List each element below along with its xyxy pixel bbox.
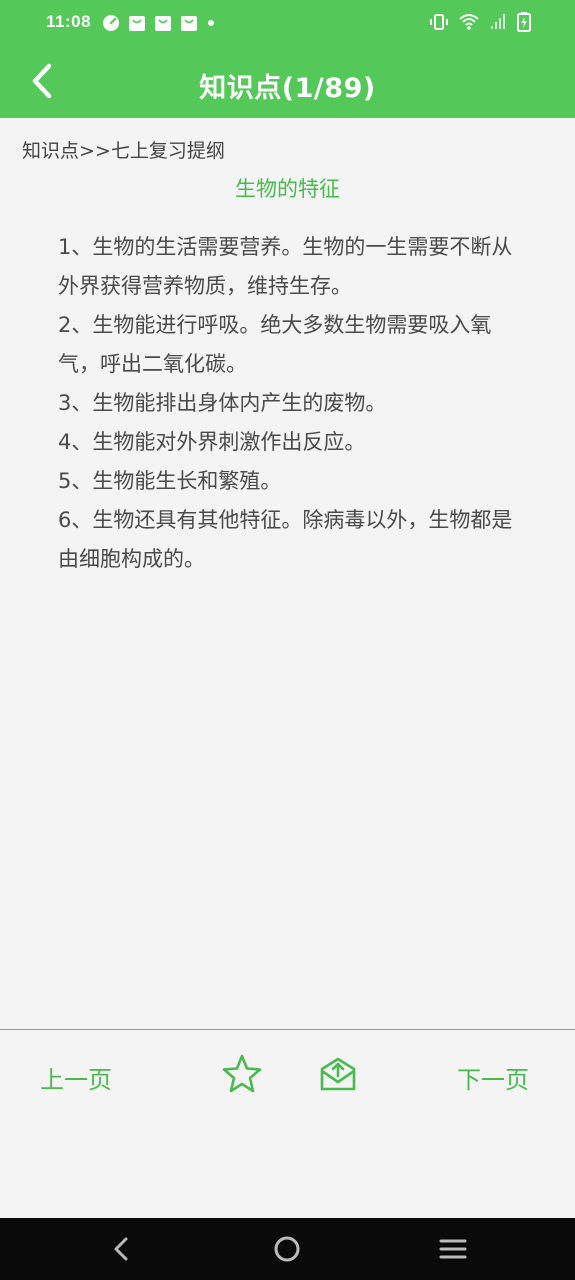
signal-icon: [489, 13, 507, 35]
share-button[interactable]: [316, 1052, 360, 1096]
shopping-bag-icon: [128, 14, 146, 36]
vibrate-icon: [429, 13, 449, 35]
shopping-bag-icon: [154, 14, 172, 36]
system-status-icons: [429, 12, 531, 36]
breadcrumb: 知识点>>七上复习提纲: [22, 140, 225, 162]
system-nav-bar: [0, 1218, 575, 1280]
home-circle-icon: [272, 1236, 302, 1268]
section-title: 生物的特征: [235, 177, 340, 201]
shopping-bag-icon: [180, 14, 198, 36]
status-time: 11:08: [46, 12, 92, 31]
next-page-button[interactable]: 下一页: [457, 1060, 529, 1095]
menu-lines-icon: [438, 1239, 468, 1268]
content-paragraph: 3、生物能排出身体内产生的废物。: [58, 391, 387, 415]
favorite-button[interactable]: [220, 1052, 264, 1096]
content-paragraph: 2、生物能进行呼吸。绝大多数生物需要吸入氧气，呼出二氧化碳。: [58, 313, 492, 376]
speedometer-icon: [102, 14, 120, 36]
dot-icon: [206, 14, 216, 36]
page-title: 知识点(1/89): [199, 73, 376, 104]
status-bar: 11:08: [0, 0, 575, 48]
mail-share-icon: [316, 1057, 360, 1100]
content-body: 1、生物的生活需要营养。生物的一生需要不断从外界获得营养物质，维持生存。 2、生…: [58, 228, 518, 579]
nav-back-icon: [107, 1237, 137, 1268]
app-bar: 知识点(1/89): [0, 48, 575, 118]
star-outline-icon: [220, 1054, 264, 1100]
content-paragraph: 4、生物能对外界刺激作出反应。: [58, 430, 366, 454]
content-paragraph: 6、生物还具有其他特征。除病毒以外，生物都是由细胞构成的。: [58, 508, 513, 571]
prev-page-button[interactable]: 上一页: [40, 1060, 112, 1095]
nav-recents-button[interactable]: [438, 1234, 468, 1264]
battery-icon: [517, 12, 531, 36]
bottom-toolbar: 上一页 下一页: [0, 1030, 575, 1218]
nav-back-button[interactable]: [107, 1234, 137, 1264]
content-paragraph: 1、生物的生活需要营养。生物的一生需要不断从外界获得营养物质，维持生存。: [58, 235, 513, 298]
wifi-icon: [459, 13, 479, 35]
notification-icons: [102, 14, 216, 36]
nav-home-button[interactable]: [272, 1234, 302, 1264]
content-paragraph: 5、生物能生长和繁殖。: [58, 469, 282, 493]
